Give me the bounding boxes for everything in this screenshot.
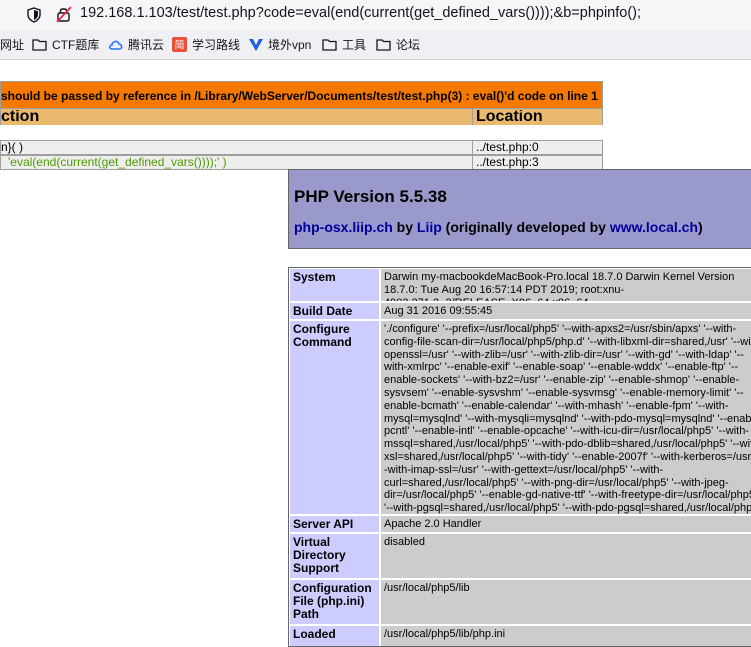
shield-icon[interactable] [27, 7, 41, 23]
local-ch-link[interactable]: www.local.ch [610, 219, 698, 235]
bookmark-label: CTF题库 [52, 38, 100, 52]
info-value: './configure' '--prefix=/usr/local/php5'… [381, 321, 751, 514]
bookmark-label: 论坛 [396, 38, 421, 52]
info-key: System [290, 269, 379, 301]
info-row-virtual-directory: Virtual Directory Support disabled [289, 534, 751, 578]
browser-toolbar: 192.168.1.103/test/test.php?code=eval(en… [0, 0, 751, 30]
function-column-header: ction [1, 110, 40, 123]
error-message-row: should be passed by reference in /Librar… [0, 81, 603, 109]
call-stack-row: n}( ) ../test.php:0 [0, 140, 603, 155]
info-value: Apache 2.0 Handler [381, 516, 751, 532]
bookmark-label: 境外vpn [268, 38, 312, 52]
info-row-system: System Darwin my-macbookdeMacBook-Pro.lo… [289, 269, 751, 301]
call-stack-header: ction Location [0, 109, 603, 125]
credits-by: by [392, 219, 417, 235]
bookmarks-bar: 网址 CTF题库 腾讯云 简 学习路线 境外vpn 工具 论坛 [0, 30, 751, 60]
column-divider [472, 141, 473, 154]
insecure-lock-icon[interactable] [56, 6, 72, 23]
phpinfo-header: PHP Version 5.5.38 php-osx.liip.ch by Li… [288, 169, 751, 249]
info-value: disabled [381, 534, 751, 578]
column-divider [472, 156, 473, 169]
info-value: /usr/local/php5/lib [381, 580, 751, 624]
info-key: Configuration File (php.ini) Path [290, 580, 379, 624]
info-row-config-file-path: Configuration File (php.ini) Path /usr/l… [289, 580, 751, 624]
info-key: Build Date [290, 303, 379, 319]
info-row-build-date: Build Date Aug 31 2016 09:55:45 [289, 303, 751, 319]
bookmark-label: 网址 [0, 38, 25, 52]
php-osx-link[interactable]: php-osx.liip.ch [294, 219, 393, 235]
info-value: Darwin my-macbookdeMacBook-Pro.local 18.… [381, 269, 751, 301]
bookmark-label: 腾讯云 [128, 38, 165, 52]
php-credits: php-osx.liip.ch by Liip (originally deve… [294, 219, 703, 235]
url-text[interactable]: 192.168.1.103/test/test.php?code=eval(en… [80, 5, 641, 21]
folder-icon [376, 39, 391, 51]
info-key: Server API [290, 516, 379, 532]
info-key: Loaded [290, 626, 379, 646]
php-version-title: PHP Version 5.5.38 [294, 187, 447, 206]
info-value: Aug 31 2016 09:55:45 [381, 303, 751, 319]
call-location: ../test.php:3 [476, 156, 539, 169]
info-row-configure-command: Configure Command './configure' '--prefi… [289, 321, 751, 514]
bookmark-label: 学习路线 [192, 38, 241, 52]
location-column-header: Location [476, 110, 543, 123]
info-value: /usr/local/php5/lib/php.ini [381, 626, 751, 646]
call-location: ../test.php:0 [476, 141, 539, 154]
cloud-icon [108, 40, 123, 50]
error-message: should be passed by reference in /Librar… [1, 89, 598, 103]
folder-icon [322, 39, 337, 51]
phpinfo-table: System Darwin my-macbookdeMacBook-Pro.lo… [288, 267, 751, 647]
info-key: Configure Command [290, 321, 379, 514]
address-bar[interactable]: 192.168.1.103/test/test.php?code=eval(en… [0, 0, 751, 30]
info-row-server-api: Server API Apache 2.0 Handler [289, 516, 751, 532]
bookmark-label: 工具 [342, 38, 367, 52]
svg-text:简: 简 [175, 39, 185, 52]
info-row-loaded-config: Loaded /usr/local/php5/lib/php.ini [289, 626, 751, 646]
liip-link[interactable]: Liip [417, 219, 442, 235]
folder-icon [32, 39, 47, 51]
column-divider [472, 109, 473, 125]
v-logo-icon [249, 39, 263, 51]
call-function: n}( ) [1, 141, 24, 154]
info-key: Virtual Directory Support [290, 534, 379, 578]
credits-originally: (originally developed by [441, 219, 610, 235]
call-function: 'eval(end(current(get_defined_vars())));… [8, 156, 227, 169]
credits-end: ) [698, 219, 703, 235]
call-stack-row: 'eval(end(current(get_defined_vars())));… [0, 155, 603, 170]
jian-icon: 简 [172, 37, 187, 52]
